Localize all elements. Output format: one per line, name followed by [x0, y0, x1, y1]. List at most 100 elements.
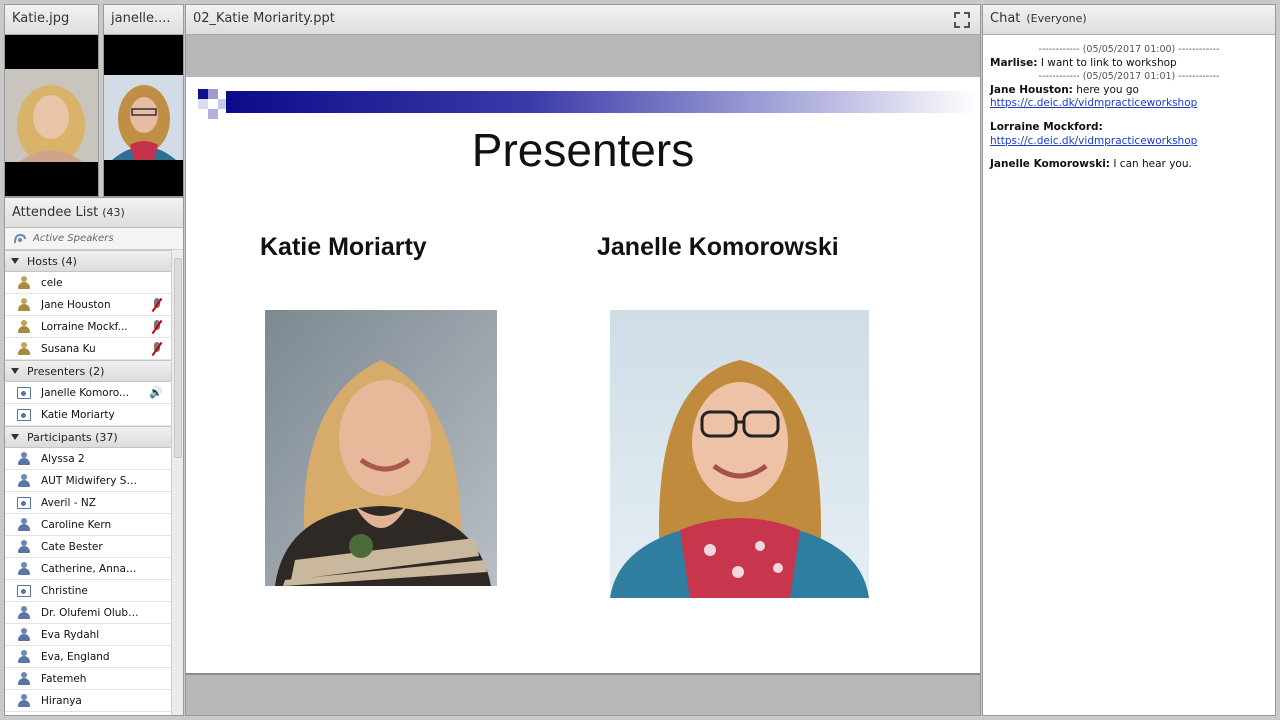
webcam-title: janelle....: [104, 5, 183, 35]
active-speakers-label: Active Speakers: [33, 233, 114, 244]
attendee-row[interactable]: Christine: [5, 580, 171, 602]
attendee-row[interactable]: AUT Midwifery Scho...: [5, 470, 171, 492]
chevron-down-icon: [11, 434, 19, 440]
host-icon: [17, 341, 31, 356]
presenter-name-2: Janelle Komorowski: [597, 233, 839, 261]
slide-decoration: [208, 89, 218, 99]
attendee-list: Hosts (4) cele Jane Houston Lorraine Moc…: [5, 250, 171, 715]
scrollbar-thumb[interactable]: [174, 258, 182, 458]
chat-title: Chat: [990, 11, 1021, 26]
active-speakers-icon: [14, 233, 26, 243]
group-label: Presenters (2): [27, 364, 105, 378]
slide-decoration: [208, 109, 218, 119]
attendee-row[interactable]: Jane Houston: [5, 294, 171, 316]
presenter-icon: [17, 496, 31, 509]
chat-message-link: https://c.deic.dk/vidmpracticeworkshop: [990, 135, 1268, 149]
webcam-pod-katie[interactable]: Katie.jpg: [4, 4, 99, 197]
chat-timestamp-separator: ------------ (05/05/2017 01:01) --------…: [1038, 71, 1220, 83]
presenter-icon: [17, 386, 31, 399]
chat-author: Janelle Komorowski:: [990, 158, 1111, 171]
attendee-row[interactable]: Susana Ku: [5, 338, 171, 360]
slide-title: Presenters: [471, 124, 695, 176]
attendee-name: Janelle Komoro...: [41, 386, 130, 399]
attendee-row[interactable]: Catherine, Annapolis...: [5, 558, 171, 580]
active-speakers-bar[interactable]: Active Speakers: [5, 228, 183, 250]
attendee-name: Susana Ku: [41, 342, 96, 355]
chat-author: Lorraine Mockford:: [990, 120, 1103, 133]
attendee-row[interactable]: Averil - NZ: [5, 492, 171, 514]
attendee-list-header: Attendee List (43): [5, 198, 183, 228]
chat-scope[interactable]: (Everyone): [1026, 12, 1086, 25]
participant-icon: [17, 539, 31, 554]
chat-text: here you go: [1076, 83, 1139, 96]
attendee-name: Hiranya: [41, 694, 82, 707]
attendee-row[interactable]: Eva, England: [5, 646, 171, 668]
attendee-row[interactable]: Fatemeh: [5, 668, 171, 690]
chat-author: Marlise:: [990, 56, 1038, 69]
share-pod-header: 02_Katie Moriarity.ppt: [186, 5, 980, 35]
attendee-list-pod: Attendee List (43) Active Speakers Hosts …: [4, 197, 184, 716]
group-hosts-header[interactable]: Hosts (4): [5, 250, 171, 272]
presenter-name-1: Katie Moriarty: [260, 233, 427, 261]
attendee-name: Dr. Olufemi Olubodun: [41, 606, 139, 619]
webcam-pod-janelle[interactable]: janelle....: [103, 4, 184, 197]
presenter-icon: [17, 584, 31, 597]
chat-header: Chat (Everyone): [983, 5, 1275, 35]
slide-header-bar: [226, 91, 978, 113]
fullscreen-icon[interactable]: [954, 12, 970, 28]
participant-icon: [17, 473, 31, 488]
attendee-row[interactable]: Alyssa 2: [5, 448, 171, 470]
attendee-row[interactable]: Katie Moriarty: [5, 404, 171, 426]
participant-icon: [17, 671, 31, 686]
group-presenters-header[interactable]: Presenters (2): [5, 360, 171, 382]
mic-muted-icon[interactable]: [151, 319, 163, 335]
chat-pod: Chat (Everyone) ------------ (05/05/2017 …: [982, 4, 1276, 716]
chat-link[interactable]: https://c.deic.dk/vidmpracticeworkshop: [990, 97, 1197, 109]
attendee-name: Caroline Kern: [41, 518, 112, 531]
slide: Presenters Katie Moriarty Janelle Komoro…: [186, 77, 980, 673]
mic-muted-icon[interactable]: [151, 341, 163, 357]
attendee-row[interactable]: Hiranya: [5, 690, 171, 712]
attendee-name: cele: [41, 276, 63, 289]
attendee-name: Catherine, Annapolis...: [41, 562, 139, 575]
participant-icon: [17, 605, 31, 620]
attendee-row[interactable]: Eva Rydahl: [5, 624, 171, 646]
webcam-title: Katie.jpg: [5, 5, 98, 35]
chat-link[interactable]: https://c.deic.dk/vidmpracticeworkshop: [990, 135, 1197, 147]
host-icon: [17, 297, 31, 312]
attendee-row[interactable]: Janelle Komoro... 🔊: [5, 382, 171, 404]
host-icon: [17, 319, 31, 334]
attendee-name: Christine: [41, 584, 88, 597]
attendee-row[interactable]: Caroline Kern: [5, 514, 171, 536]
attendee-row[interactable]: Dr. Olufemi Olubodun: [5, 602, 171, 624]
attendee-scrollbar[interactable]: [171, 250, 183, 715]
attendee-name: Katie Moriarty: [41, 408, 115, 421]
attendee-name: Jane Houston: [41, 298, 111, 311]
chat-message: Janelle Komorowski: I can hear you.: [990, 158, 1268, 172]
attendee-name: AUT Midwifery Scho...: [41, 474, 139, 487]
attendee-row[interactable]: Lorraine Mockf...: [5, 316, 171, 338]
attendee-name: Lorraine Mockf...: [41, 320, 128, 333]
mic-muted-icon[interactable]: [151, 297, 163, 313]
attendee-row[interactable]: cele: [5, 272, 171, 294]
chat-text: I want to link to workshop: [1040, 56, 1177, 69]
attendee-name: Averil - NZ: [41, 496, 96, 509]
group-label: Hosts (4): [27, 254, 77, 268]
attendee-list-title: Attendee List: [12, 205, 99, 220]
group-participants-header[interactable]: Participants (37): [5, 426, 171, 448]
slide-decoration: [198, 89, 208, 99]
participant-icon: [17, 451, 31, 466]
host-icon: [17, 275, 31, 290]
share-title: 02_Katie Moriarity.ppt: [193, 11, 335, 26]
attendee-name: Cate Bester: [41, 540, 103, 553]
participant-icon: [17, 561, 31, 576]
attendee-row[interactable]: Cate Bester: [5, 536, 171, 558]
webcam-video-katie: [5, 69, 98, 162]
presenter-photo-janelle: [610, 310, 869, 598]
chat-author: Jane Houston:: [990, 83, 1073, 96]
chat-message-link: https://c.deic.dk/vidmpracticeworkshop: [990, 97, 1268, 111]
adobe-connect-window: Katie.jpg janelle.... Attendee List (43) …: [0, 0, 1280, 720]
chat-timestamp-separator: ------------ (05/05/2017 01:00) --------…: [1038, 44, 1220, 55]
attendee-count: (43): [102, 206, 125, 219]
share-pod: 02_Katie Moriarity.ppt Presenters Katie …: [185, 4, 981, 716]
